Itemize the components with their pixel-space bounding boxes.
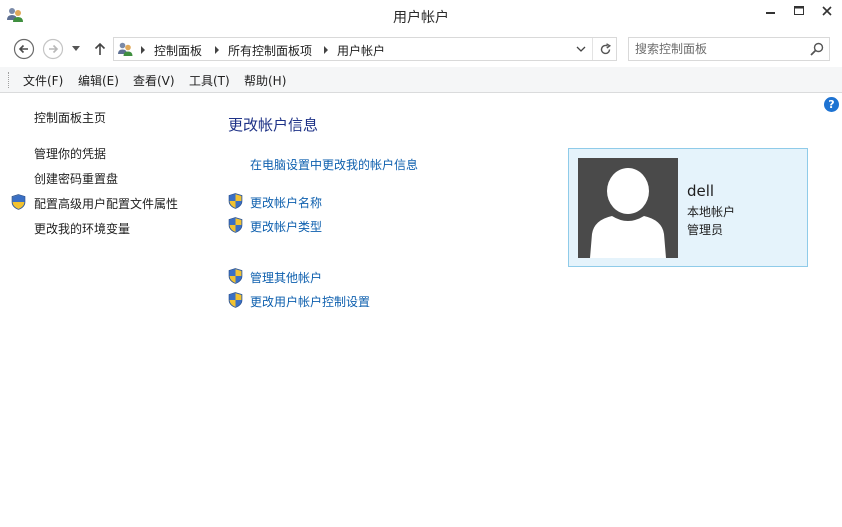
control-panel-icon: [118, 42, 133, 56]
account-role: 管理员: [687, 223, 724, 237]
uac-shield-icon: [228, 193, 243, 209]
uac-shield-icon: [228, 292, 243, 308]
refresh-button[interactable]: [595, 40, 615, 58]
menu-edit[interactable]: 编辑(E): [78, 72, 119, 89]
account-name: dell: [687, 182, 715, 200]
uac-shield-icon: [11, 194, 26, 210]
change-account-name-link[interactable]: 更改帐户名称: [250, 194, 322, 211]
address-history-button[interactable]: [574, 42, 588, 56]
help-icon[interactable]: ?: [824, 97, 839, 112]
maximize-button[interactable]: [784, 0, 814, 22]
title-bar: 用户帐户: [0, 0, 842, 31]
up-button[interactable]: [88, 37, 112, 61]
maximize-icon: [793, 6, 804, 15]
minimize-icon: [766, 12, 775, 14]
close-button[interactable]: [812, 0, 842, 22]
window-title: 用户帐户: [393, 10, 449, 26]
minimize-button[interactable]: [756, 0, 786, 22]
page-title: 更改帐户信息: [228, 116, 319, 134]
chevron-down-icon: [72, 46, 80, 51]
advanced-profile-properties-link[interactable]: 配置高级用户配置文件属性: [34, 195, 178, 212]
close-icon: [822, 6, 832, 16]
back-button[interactable]: [12, 37, 36, 61]
manage-other-accounts-link[interactable]: 管理其他帐户: [250, 269, 322, 286]
menu-file[interactable]: 文件(F): [23, 72, 63, 89]
menu-tools[interactable]: 工具(T): [189, 72, 230, 89]
breadcrumb-control-panel[interactable]: 控制面板: [154, 42, 202, 59]
search-input[interactable]: [635, 41, 805, 57]
pc-settings-account-link[interactable]: 在电脑设置中更改我的帐户信息: [250, 156, 418, 173]
recent-locations-button[interactable]: [68, 37, 84, 61]
create-password-reset-disk-link[interactable]: 创建密码重置盘: [34, 170, 118, 187]
account-card: dell 本地帐户 管理员: [568, 148, 808, 267]
user-silhouette-icon: [590, 168, 666, 258]
breadcrumb-user-accounts[interactable]: 用户帐户: [337, 42, 385, 59]
up-arrow-icon: [94, 42, 106, 55]
back-arrow-icon: [13, 38, 35, 60]
menu-help[interactable]: 帮助(H): [244, 72, 286, 89]
breadcrumb-all-items[interactable]: 所有控制面板项: [228, 42, 312, 59]
menu-view[interactable]: 查看(V): [133, 72, 175, 89]
manage-credentials-link[interactable]: 管理你的凭据: [34, 145, 106, 162]
avatar: [578, 158, 678, 258]
menu-grip: [8, 72, 10, 88]
menu-bar: 文件(F) 编辑(E) 查看(V) 工具(T) 帮助(H): [0, 67, 842, 93]
breadcrumb-separator-icon: [215, 46, 219, 54]
refresh-icon: [600, 42, 611, 54]
forward-button[interactable]: [41, 37, 65, 61]
change-account-type-link[interactable]: 更改帐户类型: [250, 218, 322, 235]
address-row: 控制面板 所有控制面板项 用户帐户: [0, 31, 842, 67]
uac-shield-icon: [228, 268, 243, 284]
search-icon[interactable]: [810, 42, 824, 56]
forward-arrow-icon: [42, 38, 64, 60]
breadcrumb-separator-icon: [324, 46, 328, 54]
address-divider: [592, 38, 593, 60]
control-panel-home-link[interactable]: 控制面板主页: [34, 109, 106, 126]
uac-shield-icon: [228, 217, 243, 233]
breadcrumb-separator-icon: [141, 46, 145, 54]
account-type: 本地帐户: [687, 205, 736, 219]
change-uac-settings-link[interactable]: 更改用户帐户控制设置: [250, 293, 370, 310]
search-box[interactable]: [628, 37, 830, 61]
change-environment-variables-link[interactable]: 更改我的环境变量: [34, 220, 130, 237]
chevron-down-icon: [576, 46, 586, 52]
address-bar[interactable]: 控制面板 所有控制面板项 用户帐户: [113, 37, 617, 61]
